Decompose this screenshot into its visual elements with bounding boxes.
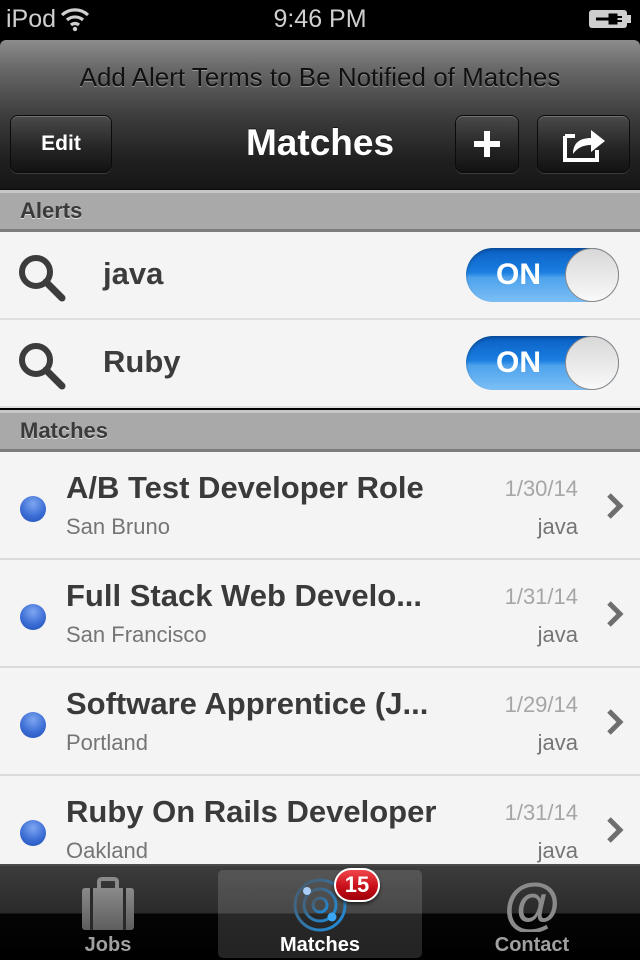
chevron-right-icon (607, 601, 624, 627)
toggle-knob[interactable] (565, 248, 619, 302)
match-row[interactable]: Software Apprentice (J... 1/29/14 Portla… (0, 668, 640, 776)
match-date: 1/30/14 (504, 476, 578, 501)
alert-toggle[interactable]: ON (466, 336, 619, 390)
chevron-right-icon (607, 709, 624, 735)
job-location: Portland (66, 730, 148, 755)
unread-dot-icon (20, 604, 46, 630)
briefcase-icon (82, 877, 134, 930)
alert-row[interactable]: java ON (0, 232, 640, 320)
navigation-bar: Add Alert Terms to Be Notified of Matche… (0, 40, 640, 190)
edit-button[interactable]: Edit (10, 115, 112, 173)
clock: 9:46 PM (273, 5, 367, 33)
job-title: Software Apprentice (J... (66, 686, 429, 721)
match-term: java (537, 730, 578, 755)
job-title: A/B Test Developer Role (66, 470, 424, 505)
alert-term: java (103, 256, 164, 291)
job-title: Ruby On Rails Developer (66, 794, 437, 829)
at-sign-icon: @ (504, 876, 561, 932)
tab-label: Contact (494, 934, 570, 956)
tab-jobs[interactable]: Jobs (6, 870, 210, 958)
job-title: Full Stack Web Develo... (66, 578, 423, 613)
alert-row[interactable]: Ruby ON (0, 320, 640, 408)
unread-dot-icon (20, 712, 46, 738)
alert-term: Ruby (103, 344, 181, 379)
add-alert-button[interactable] (455, 115, 519, 173)
match-date: 1/31/14 (504, 584, 578, 609)
battery-charging-icon (589, 10, 631, 28)
tab-label: Matches (279, 934, 361, 956)
tab-matches[interactable]: Matches (218, 870, 422, 958)
status-bar: iPod 9:46 PM (0, 0, 640, 40)
unread-dot-icon (20, 820, 46, 846)
match-row[interactable]: Full Stack Web Develo... 1/31/14 San Fra… (0, 560, 640, 668)
matches-section-header: Matches (0, 410, 640, 452)
search-icon (19, 255, 66, 302)
job-location: San Bruno (66, 514, 170, 539)
search-icon (19, 343, 66, 390)
svg-text:@: @ (504, 876, 561, 932)
job-location: San Francisco (66, 622, 207, 647)
chevron-right-icon (607, 817, 624, 843)
match-term: java (537, 838, 578, 863)
job-location: Oakland (66, 838, 148, 863)
tab-bar: Jobs Matches @ Contact (0, 864, 640, 960)
tab-contact[interactable]: @ Contact (430, 870, 634, 958)
header-prompt: Add Alert Terms to Be Notified of Matche… (79, 62, 561, 92)
toggle-knob[interactable] (565, 336, 619, 390)
toggle-on-label: ON (496, 258, 541, 291)
share-icon (562, 130, 605, 162)
match-term: java (537, 622, 578, 647)
match-date: 1/29/14 (504, 692, 578, 717)
match-date: 1/31/14 (504, 800, 578, 825)
match-row[interactable]: A/B Test Developer Role 1/30/14 San Brun… (0, 452, 640, 560)
match-term: java (537, 514, 578, 539)
matches-badge: 15 (334, 868, 380, 902)
alerts-section-header: Alerts (0, 190, 640, 232)
plus-icon (474, 131, 500, 157)
chevron-right-icon (607, 493, 624, 519)
toggle-on-label: ON (496, 346, 541, 379)
share-button[interactable] (537, 115, 630, 173)
unread-dot-icon (20, 496, 46, 522)
alert-toggle[interactable]: ON (466, 248, 619, 302)
tab-label: Jobs (84, 934, 132, 956)
